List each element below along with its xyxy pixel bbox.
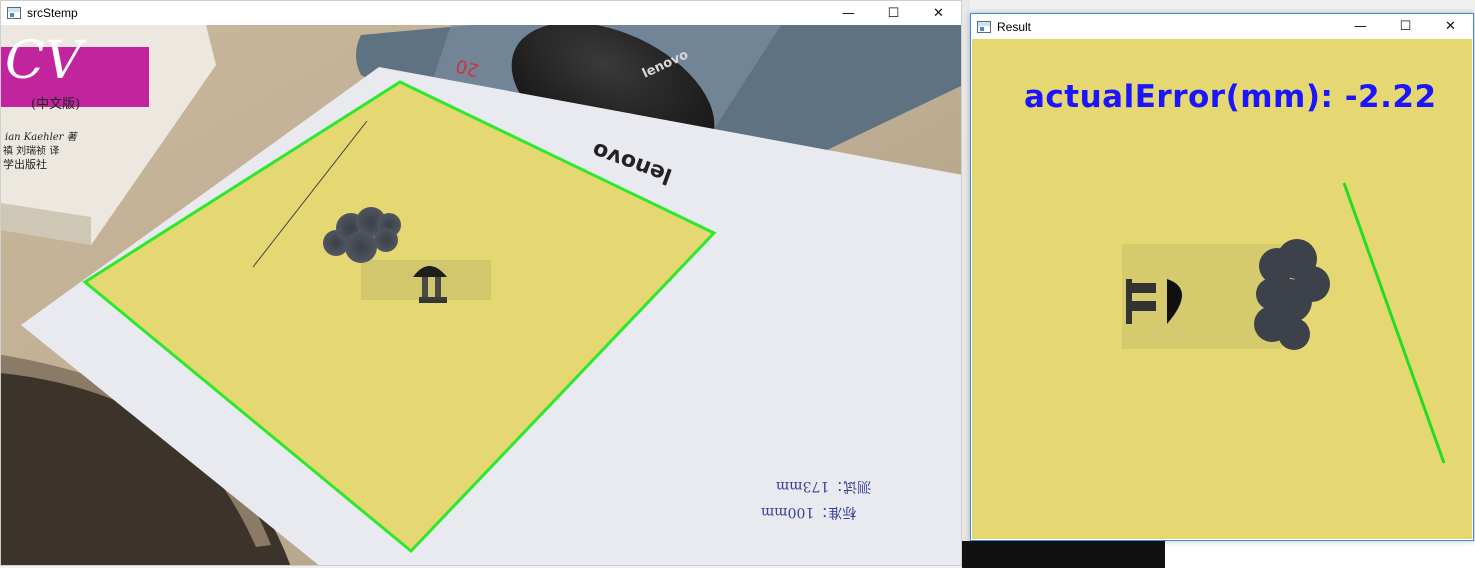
- window-title: Result: [997, 19, 1032, 34]
- cloud-illustration: [1254, 239, 1330, 350]
- desktop-background: [962, 0, 970, 568]
- app-icon: [977, 20, 991, 33]
- src-image: CV (中文版) ian Kaehler 著 禛 刘瑞祯 译 学出版社 leno…: [1, 25, 961, 565]
- measured-line: [1342, 182, 1446, 464]
- background-window-dark: [962, 541, 1165, 568]
- book-subtitle: (中文版): [31, 97, 81, 112]
- result-image: actualError(mm): -2.22: [972, 39, 1472, 539]
- background-window: [1165, 541, 1475, 568]
- minimize-button[interactable]: —: [826, 1, 871, 25]
- src-window[interactable]: srcStemp — ☐ ✕ CV (中文版) ian Kaehler 著 禛 …: [0, 0, 962, 566]
- maximize-button[interactable]: ☐: [871, 1, 916, 25]
- handwritten-note-line2: 测试：173mm: [776, 478, 872, 494]
- app-icon: [7, 7, 21, 19]
- src-titlebar[interactable]: srcStemp — ☐ ✕: [1, 1, 961, 25]
- result-titlebar[interactable]: Result — ☐ ✕: [971, 14, 1473, 39]
- result-window[interactable]: Result — ☐ ✕ actualError(mm): -2.22: [970, 13, 1474, 541]
- handwritten-note-line1: 标准：100mm: [761, 504, 857, 520]
- close-button[interactable]: ✕: [916, 1, 961, 25]
- book-publisher: 学出版社: [3, 158, 47, 171]
- book-cover-text: CV: [5, 31, 83, 91]
- window-title: srcStemp: [27, 6, 78, 20]
- close-button[interactable]: ✕: [1428, 14, 1473, 39]
- book-translator: 禛 刘瑞祯 译: [3, 146, 60, 157]
- actual-error-readout: actualError(mm): -2.22: [1024, 79, 1437, 115]
- maximize-button[interactable]: ☐: [1383, 14, 1428, 39]
- book-author: ian Kaehler 著: [5, 132, 77, 143]
- minimize-button[interactable]: —: [1338, 14, 1383, 39]
